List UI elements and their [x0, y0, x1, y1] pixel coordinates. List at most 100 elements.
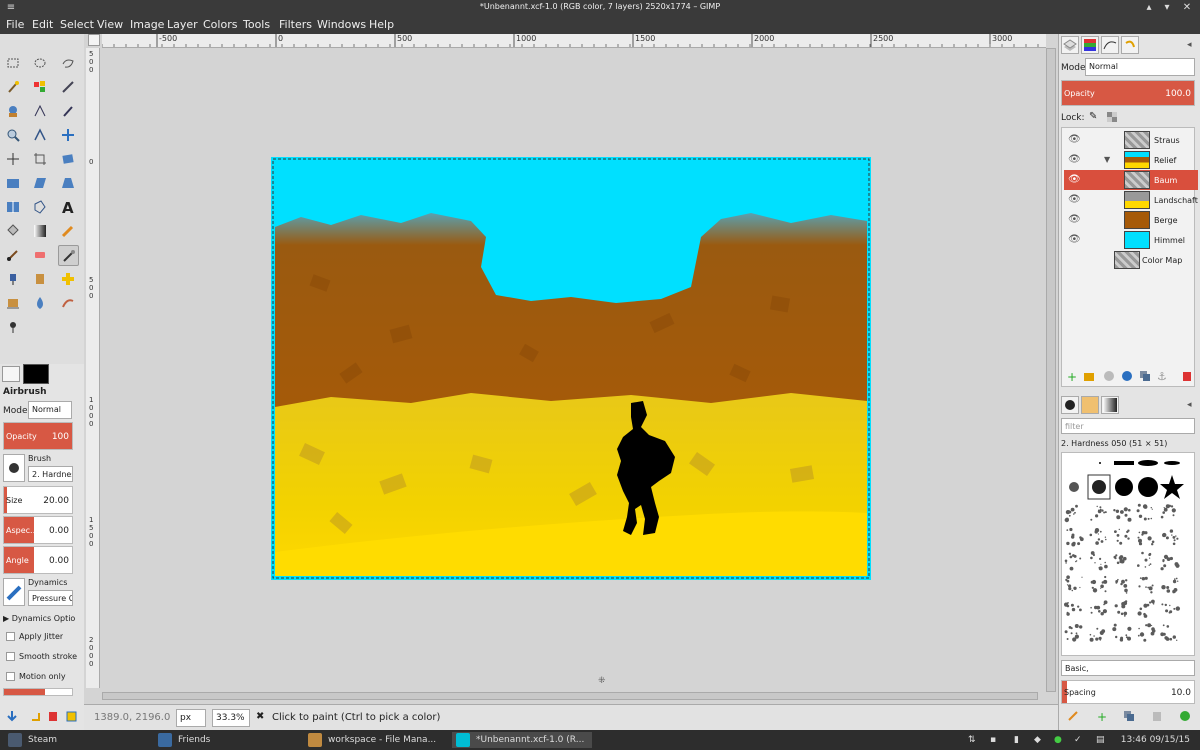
eye-icon[interactable]: 👁 — [1068, 194, 1081, 205]
taskbar-steam[interactable]: Steam — [4, 732, 144, 748]
undo-history-tab[interactable] — [1121, 36, 1139, 54]
foreground-color[interactable] — [23, 364, 49, 384]
scissors-tool[interactable] — [58, 77, 79, 98]
apply-jitter-checkbox[interactable] — [6, 632, 15, 641]
network-icon[interactable]: ⇅ — [968, 735, 976, 745]
layer-berge[interactable]: 👁 Berge — [1064, 210, 1198, 230]
airbrush-tool[interactable] — [58, 245, 79, 266]
layer-straus[interactable]: 👁 Straus — [1064, 130, 1198, 150]
smooth-stroke-checkbox[interactable] — [6, 652, 15, 661]
move-tool[interactable] — [58, 125, 79, 146]
ink-tool[interactable] — [3, 269, 24, 290]
menu-help[interactable]: Help — [369, 18, 394, 31]
align-tool[interactable] — [3, 149, 24, 170]
navigate-icon[interactable]: ⁜ — [598, 676, 606, 686]
patterns-tab[interactable] — [1081, 396, 1099, 414]
menu-windows[interactable]: Windows — [317, 18, 366, 31]
menu-select[interactable]: Select — [60, 18, 94, 31]
update-icon[interactable]: ● — [1054, 735, 1062, 745]
layer-mode-dropdown[interactable]: Normal — [1085, 58, 1195, 76]
layer-color-map[interactable]: Color Map — [1064, 250, 1198, 270]
rect-select-tool[interactable] — [3, 53, 24, 74]
duplicate-brush-icon[interactable] — [1123, 710, 1135, 722]
zoom-dropdown[interactable]: 33.3% — [212, 709, 250, 727]
eye-icon[interactable]: 👁 — [1068, 154, 1081, 165]
paths-tab[interactable] — [1101, 36, 1119, 54]
text-tool[interactable]: A — [58, 197, 79, 218]
zoom-tool[interactable] — [3, 125, 24, 146]
foreground-select-tool[interactable] — [3, 101, 24, 122]
layer-landschaft[interactable]: 👁 Landschaft — [1064, 190, 1198, 210]
gradients-tab[interactable] — [1101, 396, 1119, 414]
vertical-ruler[interactable]: 5 0 0 0 5 0 0 1 0 0 0 1 5 0 0 2 0 0 0 — [86, 48, 100, 688]
dodge-burn-tool[interactable] — [3, 317, 24, 338]
minimize-icon[interactable]: ▴ — [1142, 1, 1156, 15]
dynamics-preview[interactable] — [3, 578, 25, 606]
sync-icon[interactable]: ✓ — [1074, 735, 1082, 745]
color-picker-tool[interactable] — [58, 101, 79, 122]
keyboard-icon[interactable]: ▤ — [1096, 735, 1105, 745]
smudge-tool[interactable] — [58, 293, 79, 314]
free-select-tool[interactable] — [58, 53, 79, 74]
scale-tool[interactable] — [3, 173, 24, 194]
brush-preview[interactable] — [3, 454, 25, 482]
reset-options-icon[interactable] — [65, 710, 77, 722]
menu-image[interactable]: Image — [130, 18, 164, 31]
restore-options-icon[interactable] — [30, 710, 42, 722]
ellipse-select-tool[interactable] — [30, 53, 51, 74]
bucket-fill-tool[interactable] — [3, 221, 24, 242]
battery-icon[interactable]: ▮ — [1014, 735, 1019, 745]
layer-himmel[interactable]: 👁 Himmel — [1064, 230, 1198, 250]
duplicate-layer-icon[interactable] — [1139, 370, 1151, 382]
delete-layer-icon[interactable] — [1181, 370, 1193, 382]
perspective-tool[interactable] — [58, 173, 79, 194]
delete-brush-icon[interactable] — [1151, 710, 1163, 722]
eye-icon[interactable]: 👁 — [1068, 214, 1081, 225]
flip-tool[interactable] — [3, 197, 24, 218]
notification-icon[interactable]: ◆ — [1034, 735, 1041, 745]
menu-filters[interactable]: Filters — [279, 18, 312, 31]
refresh-brushes-icon[interactable] — [1179, 710, 1191, 722]
brush-grid[interactable] — [1061, 452, 1195, 656]
menu-file[interactable]: File — [6, 18, 24, 31]
clone-tool[interactable] — [30, 269, 51, 290]
layers-tab[interactable] — [1061, 36, 1079, 54]
paintbrush-tool[interactable] — [3, 245, 24, 266]
size-slider[interactable]: Size 20.00 — [3, 486, 73, 514]
eye-icon[interactable]: 👁 — [1068, 234, 1081, 245]
angle-slider[interactable]: Angle 0.00 — [3, 546, 73, 574]
horizontal-ruler[interactable]: -500 0 500 1000 1500 2000 2500 3000 — [102, 34, 1046, 48]
brush-spacing-slider[interactable]: Spacing 10.0 — [1061, 680, 1195, 704]
lock-pixels-icon[interactable]: ✎ — [1089, 111, 1097, 122]
tool-options-tab[interactable] — [2, 366, 20, 382]
heal-tool[interactable] — [58, 269, 79, 290]
new-group-icon[interactable] — [1083, 370, 1095, 382]
volume-icon[interactable]: ▪ — [990, 735, 996, 745]
close-icon[interactable]: ✕ — [1180, 1, 1194, 15]
dynamics-options-expander[interactable]: ▶ Dynamics Optio — [3, 614, 75, 623]
mode-dropdown[interactable]: Normal — [28, 401, 72, 419]
delete-options-icon[interactable] — [47, 710, 59, 722]
aspect-slider[interactable]: Aspec... 0.00 — [3, 516, 73, 544]
dock-menu-icon[interactable]: ◂ — [1187, 40, 1192, 50]
fuzzy-select-tool[interactable] — [3, 77, 24, 98]
menu-layer[interactable]: Layer — [167, 18, 198, 31]
lower-layer-icon[interactable] — [1121, 370, 1133, 382]
layer-relief[interactable]: 👁 ▼ Relief — [1064, 150, 1198, 170]
save-options-icon[interactable] — [6, 710, 18, 722]
raise-layer-icon[interactable] — [1103, 370, 1115, 382]
horizontal-scrollbar[interactable] — [102, 692, 1038, 700]
brush-filter-input[interactable]: filter — [1061, 418, 1195, 434]
eye-icon[interactable]: 👁 — [1068, 174, 1081, 185]
taskbar-file-manager[interactable]: workspace - File Mana... — [304, 732, 444, 748]
menu-view[interactable]: View — [97, 18, 123, 31]
new-layer-icon[interactable]: + — [1067, 370, 1077, 384]
edit-brush-icon[interactable] — [1067, 710, 1079, 722]
blend-tool[interactable] — [30, 221, 51, 242]
unit-dropdown[interactable]: px — [176, 709, 206, 727]
brush-dropdown[interactable]: 2. Hardness — [28, 466, 73, 482]
layer-baum[interactable]: 👁 Baum — [1064, 170, 1198, 190]
dynamics-dropdown[interactable]: Pressure Op — [28, 590, 73, 606]
vertical-scrollbar[interactable] — [1046, 48, 1056, 692]
rotate-tool[interactable] — [58, 149, 79, 170]
